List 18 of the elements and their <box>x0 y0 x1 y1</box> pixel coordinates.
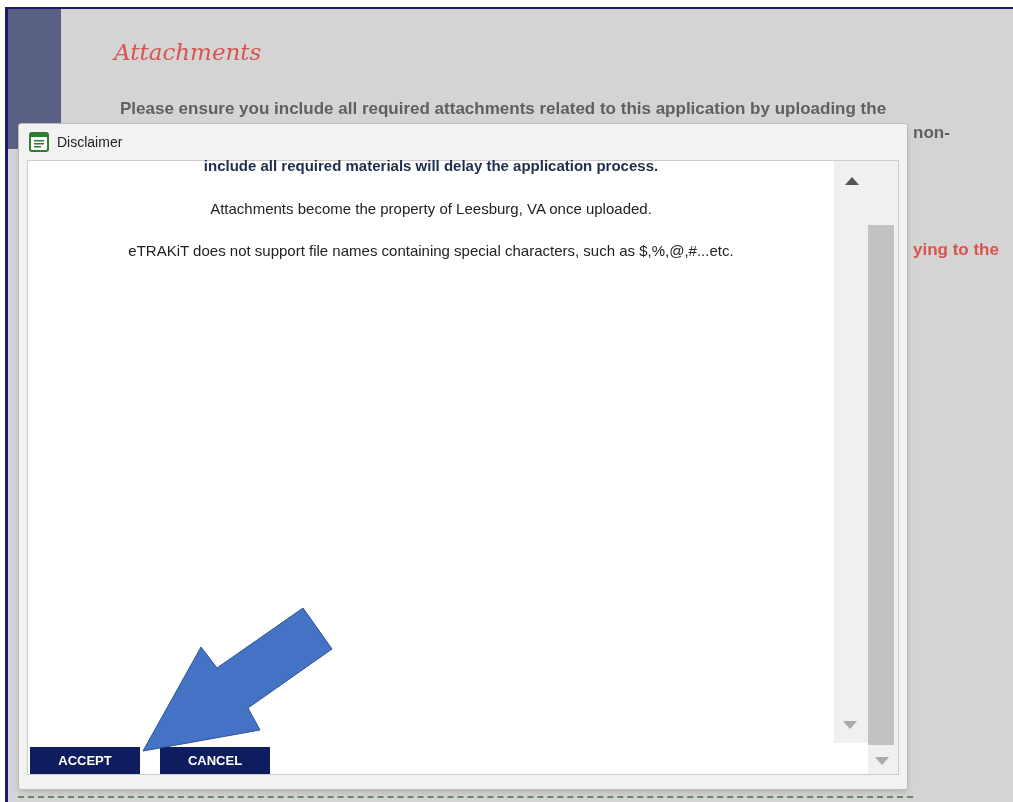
scroll-down-icon[interactable] <box>875 757 889 765</box>
disclaimer-text: Attachments become the property of Leesburg, VA once uploaded. <box>210 198 652 219</box>
arrow-icon <box>140 606 334 754</box>
intro-text: Please ensure you include all required attachments related to this application by uploading the <box>120 98 887 120</box>
intro-text: non- <box>913 122 950 144</box>
scrollbar[interactable] <box>868 161 898 774</box>
notice-text: include all required materials will delay the application process. <box>203 156 659 176</box>
page-title: Attachments <box>114 38 262 67</box>
scroll-thumb[interactable] <box>868 225 894 745</box>
dialog-title: Disclaimer <box>57 132 123 152</box>
cancel-button[interactable]: CANCEL <box>160 747 270 774</box>
disclaimer-text: eTRAKiT does not support file names containing special characters, such as $,%,@,#...etc. <box>128 241 734 261</box>
scrollbar[interactable] <box>834 161 868 743</box>
accept-button[interactable]: ACCEPT <box>30 747 140 774</box>
scroll-down-icon[interactable] <box>843 721 857 729</box>
notice-text: ying to the <box>913 239 999 261</box>
scroll-up-icon[interactable] <box>845 177 859 185</box>
window-icon <box>29 132 49 152</box>
